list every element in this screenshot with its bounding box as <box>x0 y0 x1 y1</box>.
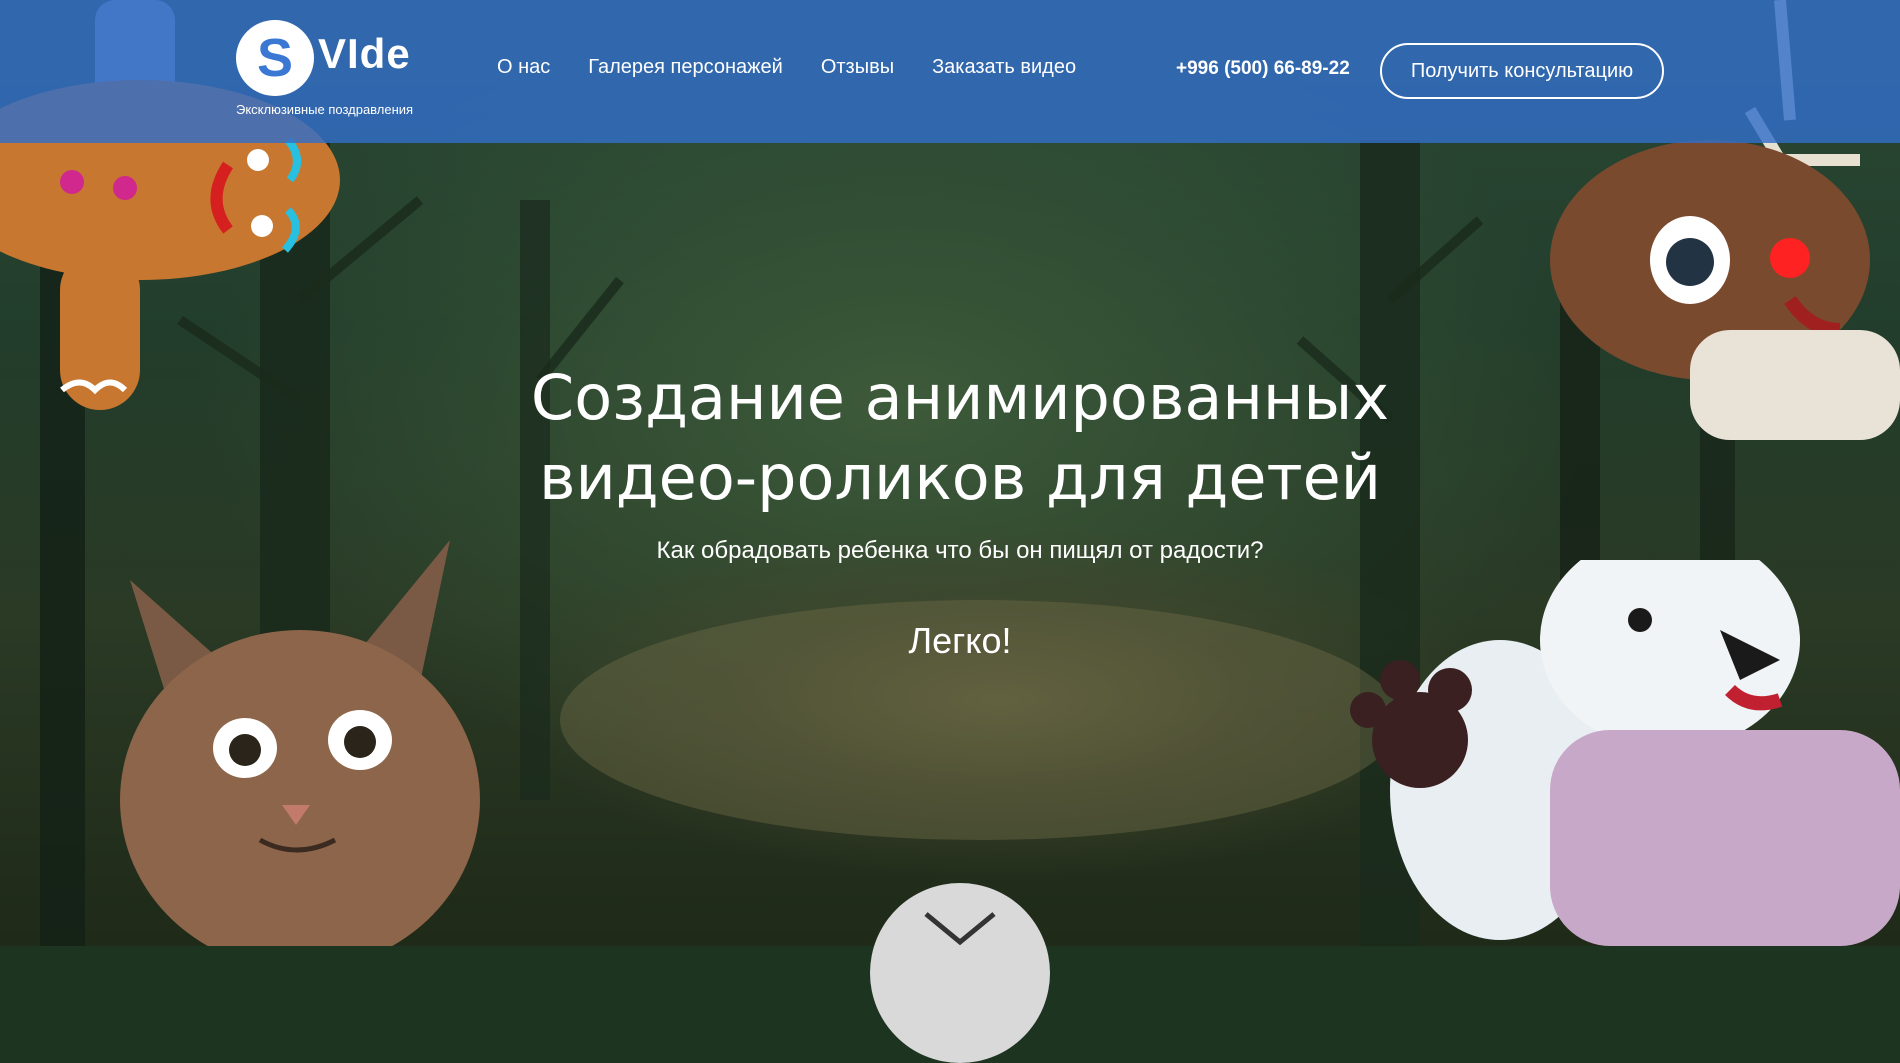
polar-bear-character <box>1350 560 1900 946</box>
hero-subtitle: Как обрадовать ребенка что бы он пищял о… <box>656 537 1264 564</box>
chevron-down-icon <box>924 912 996 946</box>
nav-item-gallery[interactable]: Галерея персонажей <box>588 56 783 79</box>
hero-tagline: Легко! <box>908 620 1012 661</box>
main-nav: О нас Галерея персонажей Отзывы Заказать… <box>497 56 1076 79</box>
consultation-button[interactable]: Получить консультацию <box>1380 43 1664 99</box>
scroll-down-button[interactable] <box>870 883 1050 1063</box>
phone-number[interactable]: +996 (500) 66-89-22 <box>1176 58 1350 80</box>
site-header: S VIde Эксклюзивные поздравления О нас Г… <box>0 0 1900 143</box>
hero-title: Создание анимированных видео-роликов для… <box>450 358 1470 518</box>
kitten-character <box>120 540 480 946</box>
nav-item-about[interactable]: О нас <box>497 56 550 79</box>
nav-item-order[interactable]: Заказать видео <box>932 56 1076 79</box>
hero-title-line-1: Создание анимированных <box>530 361 1390 434</box>
hero-title-line-2: видео-роликов для детей <box>538 441 1382 514</box>
nav-item-reviews[interactable]: Отзывы <box>821 56 894 79</box>
logo[interactable]: S VIde Эксклюзивные поздравления <box>236 20 426 120</box>
skype-logo-icon: S <box>236 20 314 96</box>
brand-name: VIde <box>318 30 411 77</box>
brand-tagline: Эксклюзивные поздравления <box>236 102 414 117</box>
